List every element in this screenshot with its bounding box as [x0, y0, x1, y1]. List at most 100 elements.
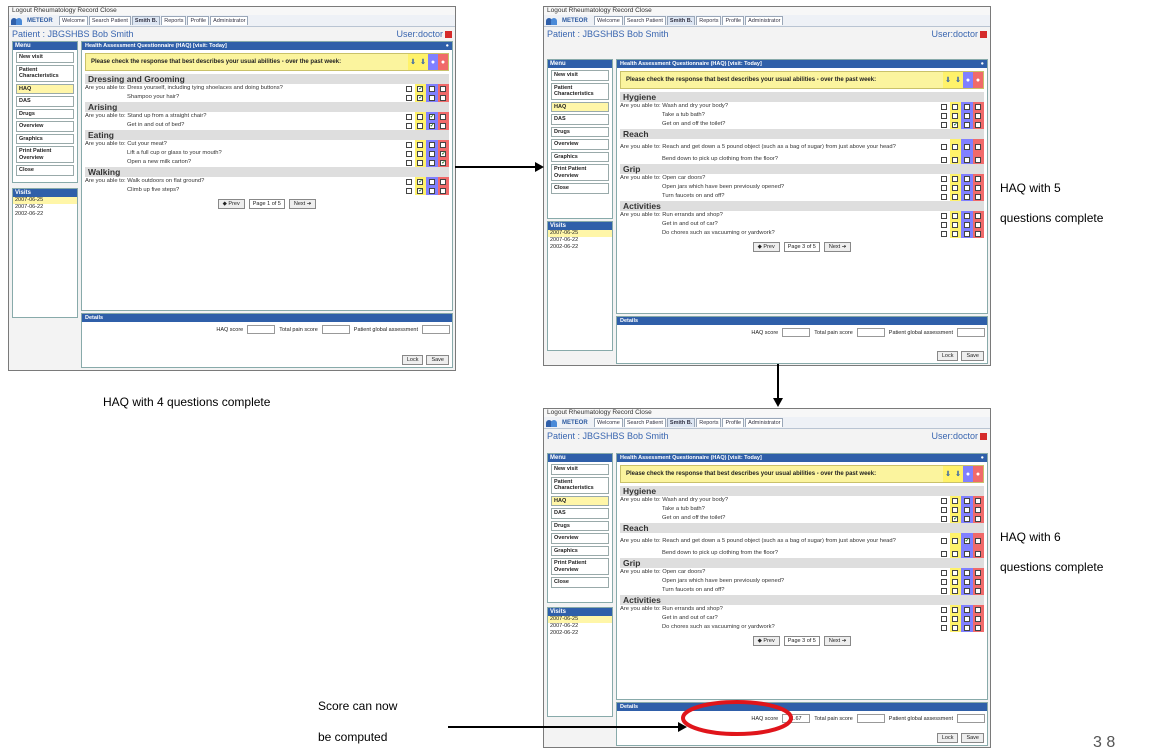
menu-item-new-visit[interactable]: New visit — [16, 52, 74, 63]
visit-item[interactable]: 2007-06-22 — [548, 623, 612, 630]
response-checkbox[interactable] — [963, 624, 970, 631]
response-checkbox[interactable] — [963, 112, 970, 119]
response-checkbox[interactable] — [975, 497, 982, 504]
visit-item[interactable]: 2007-06-25 — [548, 230, 612, 237]
lock-button[interactable]: Lock — [401, 355, 424, 365]
response-checkbox[interactable]: ✓ — [440, 150, 446, 157]
response-checkbox[interactable] — [440, 94, 447, 101]
response-checkbox[interactable] — [952, 230, 959, 237]
response-checkbox[interactable] — [940, 615, 947, 622]
logout-icon[interactable] — [980, 432, 987, 440]
response-checkbox[interactable] — [975, 193, 982, 200]
response-checkbox[interactable] — [963, 103, 970, 110]
response-checkbox[interactable] — [975, 121, 982, 128]
response-checkbox[interactable] — [940, 121, 947, 128]
menu-item-patient-characteristics[interactable]: Patient Characteristics — [16, 64, 74, 82]
response-checkbox[interactable] — [963, 184, 970, 191]
response-checkbox[interactable] — [405, 150, 412, 157]
top-menu[interactable]: Logout Rheumatology Record Close — [544, 7, 990, 15]
response-checkbox[interactable] — [940, 606, 947, 613]
response-checkbox[interactable] — [428, 85, 435, 92]
response-checkbox[interactable] — [440, 85, 447, 92]
response-checkbox[interactable] — [428, 178, 435, 185]
response-checkbox[interactable]: ✓ — [417, 94, 423, 101]
response-checkbox[interactable] — [940, 538, 947, 544]
response-checkbox[interactable] — [975, 506, 982, 513]
response-checkbox[interactable] — [428, 187, 435, 194]
response-checkbox[interactable] — [940, 569, 947, 576]
global-assessment-field[interactable] — [957, 328, 985, 337]
response-checkbox[interactable] — [952, 193, 959, 200]
response-checkbox[interactable] — [952, 103, 959, 110]
visit-item[interactable]: 2007-06-22 — [13, 204, 77, 211]
response-checkbox[interactable] — [975, 624, 982, 631]
response-checkbox[interactable] — [952, 497, 959, 504]
menu-item-print-patient-overview[interactable]: Print Patient Overview — [551, 558, 609, 575]
response-checkbox[interactable] — [417, 113, 424, 120]
global-assessment-field[interactable] — [957, 714, 985, 723]
response-checkbox[interactable] — [963, 615, 970, 622]
tab-reports[interactable]: Reports — [696, 418, 722, 427]
response-checkbox[interactable] — [975, 103, 982, 110]
save-button[interactable]: Save — [961, 733, 984, 743]
tab-search-patient[interactable]: Search Patient — [88, 16, 131, 25]
menu-item-das[interactable]: DAS — [551, 508, 609, 519]
response-checkbox[interactable] — [440, 141, 447, 148]
response-checkbox[interactable] — [963, 175, 970, 182]
response-checkbox[interactable] — [975, 515, 982, 522]
pain-score-field[interactable] — [856, 328, 885, 337]
menu-item-graphics[interactable]: Graphics — [551, 545, 609, 556]
response-checkbox[interactable] — [975, 144, 982, 150]
menu-item-das[interactable]: DAS — [16, 96, 74, 107]
response-checkbox[interactable] — [963, 587, 970, 594]
response-checkbox[interactable] — [952, 144, 959, 150]
response-checkbox[interactable] — [975, 587, 982, 594]
response-checkbox[interactable] — [405, 122, 412, 129]
response-checkbox[interactable] — [952, 175, 959, 182]
tab-smith-b-[interactable]: Smith B. — [666, 16, 696, 25]
response-checkbox[interactable] — [940, 550, 947, 557]
response-checkbox[interactable] — [940, 587, 947, 594]
response-checkbox[interactable] — [405, 113, 412, 120]
menu-item-graphics[interactable]: Graphics — [551, 151, 609, 162]
response-checkbox[interactable]: ✓ — [952, 121, 958, 128]
response-checkbox[interactable] — [963, 144, 970, 150]
response-checkbox[interactable] — [975, 578, 982, 585]
menu-item-drugs[interactable]: Drugs — [16, 108, 74, 119]
menu-item-overview[interactable]: Overview — [16, 121, 74, 132]
response-checkbox[interactable] — [440, 178, 447, 185]
visit-item[interactable]: 2002-06-22 — [13, 211, 77, 218]
tab-profile[interactable]: Profile — [722, 16, 745, 25]
response-checkbox[interactable] — [963, 506, 970, 513]
logout-icon[interactable] — [445, 30, 452, 38]
response-checkbox[interactable] — [963, 230, 970, 237]
prev-button[interactable]: ◆ Prev — [217, 199, 245, 209]
response-checkbox[interactable]: ✓ — [417, 178, 423, 185]
tab-smith-b-[interactable]: Smith B. — [131, 16, 161, 25]
response-checkbox[interactable] — [975, 606, 982, 613]
response-checkbox[interactable] — [975, 184, 982, 191]
menu-item-print-patient-overview[interactable]: Print Patient Overview — [551, 164, 609, 181]
menu-item-patient-characteristics[interactable]: Patient Characteristics — [551, 82, 609, 100]
save-button[interactable]: Save — [426, 355, 449, 365]
haq-score-field[interactable] — [782, 328, 811, 337]
response-checkbox[interactable]: ✓ — [440, 159, 446, 166]
info-icon[interactable]: ● — [981, 455, 984, 461]
response-checkbox[interactable] — [952, 538, 959, 544]
tab-welcome[interactable]: Welcome — [59, 16, 88, 25]
response-checkbox[interactable]: ✓ — [963, 538, 970, 544]
response-checkbox[interactable] — [428, 141, 435, 148]
response-checkbox[interactable] — [952, 156, 959, 163]
response-checkbox[interactable] — [952, 606, 959, 613]
response-checkbox[interactable] — [440, 113, 447, 120]
visit-item[interactable]: 2007-06-25 — [548, 616, 612, 623]
visit-item[interactable]: 2002-06-22 — [548, 630, 612, 637]
response-checkbox[interactable] — [975, 538, 982, 544]
visit-item[interactable]: 2007-06-22 — [548, 237, 612, 244]
response-checkbox[interactable] — [428, 159, 435, 166]
response-checkbox[interactable] — [940, 144, 947, 150]
response-checkbox[interactable] — [952, 506, 959, 513]
menu-item-graphics[interactable]: Graphics — [16, 133, 74, 144]
pain-score-field[interactable] — [321, 325, 350, 334]
menu-item-overview[interactable]: Overview — [551, 139, 609, 150]
